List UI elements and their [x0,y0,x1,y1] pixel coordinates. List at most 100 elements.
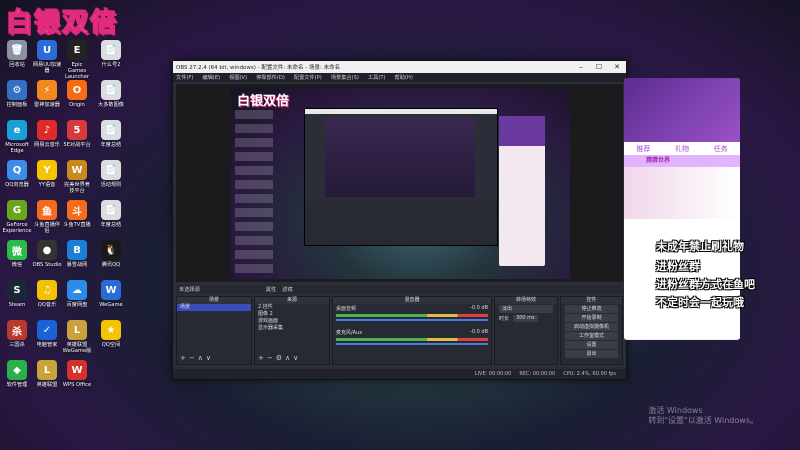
desktop-icon[interactable]: ☁ 百度网盘 [62,280,92,308]
sources-controls[interactable]: +−⚙∧∨ [258,354,301,362]
menu-docks[interactable]: 停靠部件(D) [256,74,285,81]
exit-button[interactable]: 退出 [565,350,618,358]
desktop-icon-label: WPS Office [62,382,92,388]
desktop-icon[interactable]: O Origin [62,80,92,108]
desktop-icon[interactable]: ⚡ 雷神加速器 [32,80,62,108]
volume-slider[interactable] [336,343,488,345]
desktop-icon[interactable]: 📄 活动规则 [96,160,126,188]
menu-profile[interactable]: 配置文件(P) [294,74,322,81]
desktop-icon[interactable]: W 完美世界竞技平台 [62,160,92,194]
desktop-icon[interactable]: W WeGame [96,280,126,308]
desktop-icon[interactable]: 📄 什么号2 [96,40,126,68]
duration-input[interactable]: 300 ms [513,315,538,322]
menu-file[interactable]: 文件(F) [176,74,193,81]
preview-chat-panel [499,116,545,266]
source-item[interactable]: 显示器采集 [255,325,329,332]
desktop-icon[interactable]: 微微信 [2,240,32,268]
desktop-icon[interactable]: L 英雄联盟 [32,360,62,388]
volume-slider[interactable] [336,319,488,321]
desktop-icon-label: 软件管理 [6,382,28,388]
desktop-icon-label: 百度网盘 [66,302,88,308]
desktop-icon[interactable]: ♫ QQ音乐 [32,280,62,308]
scene-item[interactable]: 场景 [177,304,251,311]
desktop-icon[interactable]: B 暴雪战网 [62,240,92,268]
desktop-icon[interactable]: ★ QQ空间 [96,320,126,348]
preview-desktop-icons [235,110,273,275]
settings-button[interactable]: 设置 [565,341,618,349]
start-recording-button[interactable]: 开始录制 [565,314,618,322]
cpu-fps: CPU: 2.4%, 60.00 fps [563,371,616,377]
virtual-camera-button[interactable]: 启动虚拟摄像机 [565,323,618,331]
desktop-icon-label: 三国杀 [9,342,25,348]
menu-tools[interactable]: 工具(T) [368,74,386,81]
app-icon: 📄 [101,40,121,60]
preview-stamp: 白银双倍 [237,94,290,109]
desktop-icon-label: 暴雪战网 [66,262,88,268]
stream-stamp-title: 白银双倍 [5,8,119,39]
app-icon: ✓ [37,320,57,340]
app-icon: E [67,40,87,60]
desktop-icon[interactable]: ⚙ 控制面板 [2,80,32,108]
transition-select[interactable]: 淡出 [499,305,553,313]
tab-recommend[interactable]: 推荐 [636,144,650,154]
app-icon: S [7,280,27,300]
studio-mode-button[interactable]: 工作室模式 [565,332,618,340]
scenes-controls[interactable]: +−∧∨ [180,354,214,362]
close-icon[interactable]: ✕ [608,63,626,71]
stop-streaming-button[interactable]: 停止推流 [565,305,618,313]
menu-scene-collection[interactable]: 场景集合(S) [331,74,359,81]
activation-watermark: 激活 Windows 转到"设置"以激活 Windows。 [648,406,758,426]
desktop-icon-label: GeForce Experience [2,222,32,234]
source-item[interactable]: 2.挂件 [255,304,329,311]
desktop-icon[interactable]: 5 5E对战平台 [62,120,92,148]
desktop-icon[interactable]: ● OBS Studio [32,240,62,268]
desktop-icon-label: WeGame [99,302,123,308]
app-icon: B [67,240,87,260]
desktop-icon[interactable]: 斗斗鱼TV直播 [62,200,92,228]
source-item[interactable]: 图像 2 [255,311,329,318]
desktop-icon[interactable]: E Epic Games Launcher [62,40,92,80]
desktop-icon[interactable]: U 网易UU加速器 [32,40,62,74]
sources-title: 来源 [255,297,329,304]
maximize-icon[interactable]: ☐ [590,63,608,71]
desktop-icon[interactable]: W WPS Office [62,360,92,388]
desktop-icon[interactable]: L 英雄联盟WeGame版 [62,320,92,354]
desktop-icon[interactable]: G GeForce Experience [2,200,32,234]
desktop-icon[interactable]: 杀三国杀 [2,320,32,348]
desktop-icon[interactable]: Y YY语音 [32,160,62,188]
preview-canvas: 白银双倍 [231,88,570,279]
desktop-icon[interactable]: 🐧 腾讯QQ [96,240,126,268]
source-item[interactable]: 游戏画面 [255,318,329,325]
chat-banner[interactable]: 猜猜世界 [624,155,740,167]
app-icon: L [67,320,87,340]
desktop-icon[interactable]: S Steam [2,280,32,308]
desktop-icon[interactable]: 鱼斗鱼直播伴侣 [32,200,62,234]
obs-titlebar[interactable]: OBS 27.2.4 (64 bit, windows) - 配置文件: 未命名… [173,61,626,73]
desktop-icon[interactable]: 📄 大多数图像 [96,80,126,108]
desktop-icon[interactable]: 📄 年度总结 [96,200,126,228]
desktop-icon-label: 斗鱼TV直播 [63,222,91,228]
desktop-icon-label: 电脑管家 [36,342,58,348]
obs-window[interactable]: OBS 27.2.4 (64 bit, windows) - 配置文件: 未命名… [172,60,627,380]
desktop-icon[interactable]: 🗑 回收站 [2,40,32,68]
desktop-icon-label: Microsoft Edge [5,142,29,154]
tab-gift[interactable]: 礼物 [675,144,689,154]
menu-help[interactable]: 帮助(H) [395,74,413,81]
desktop-icon-label: 网易云音乐 [34,142,60,148]
desktop-icon[interactable]: ◆ 软件管理 [2,360,32,388]
desktop-icon[interactable]: 📄 年度总结 [96,120,126,148]
desktop-icon[interactable]: Q QQ浏览器 [2,160,32,188]
minimize-icon[interactable]: – [572,63,590,71]
filters-button[interactable]: 滤镜 [282,286,292,293]
app-icon: G [7,200,27,220]
desktop-icon[interactable]: e Microsoft Edge [2,120,32,154]
obs-preview[interactable]: 白银双倍 [176,84,623,282]
desktop-icon-label: 控制面板 [6,102,28,108]
menu-view[interactable]: 视图(V) [229,74,247,81]
properties-button[interactable]: 属性 [266,286,276,293]
desktop-icon[interactable]: ✓ 电脑管家 [32,320,62,348]
duration-label: 时长 [499,316,510,322]
menu-edit[interactable]: 编辑(E) [202,74,220,81]
desktop-icon[interactable]: ♪ 网易云音乐 [32,120,62,148]
tab-task[interactable]: 任务 [714,144,728,154]
